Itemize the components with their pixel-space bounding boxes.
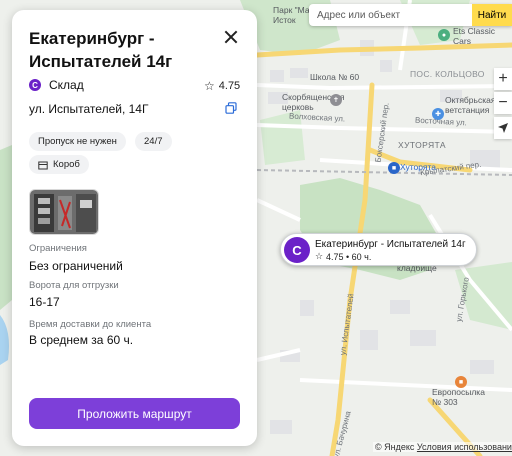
settlement-label: ПОС. КОЛЬЦОВО — [410, 69, 485, 79]
type-label: Склад — [49, 78, 84, 92]
warehouse-type: С Склад — [29, 78, 84, 92]
warehouse-map-marker[interactable]: С Екатеринбург - Испытателей 14г ☆ 4.75 … — [280, 233, 477, 266]
transit-stop-icon[interactable]: ■ — [388, 162, 400, 174]
brand-logo-icon: С — [29, 79, 41, 91]
ets-label: Ets Classic Cars — [453, 26, 496, 46]
warehouse-photo-image — [30, 190, 98, 234]
rating: ☆ 4.75 — [204, 79, 240, 93]
marker-title: Екатеринбург - Испытателей 14г — [315, 239, 466, 250]
marker-meta: 4.75 • 60 ч. — [326, 252, 372, 262]
close-button[interactable] — [220, 26, 242, 48]
warehouse-info-panel: Екатеринбург - Испытателей 14г С Склад ☆… — [12, 10, 257, 446]
khutoryata-district-label: ХУТОРЯТА — [398, 140, 446, 150]
church-poi-icon[interactable]: ✝ — [330, 94, 342, 106]
address: ул. Испытателей, 14Г — [29, 102, 149, 116]
tag-24-7: 24/7 — [135, 132, 172, 151]
build-route-button[interactable]: Проложить маршрут — [29, 398, 240, 429]
restrictions-label: Ограничения — [29, 243, 87, 254]
map-copyright: © Яндекс Условия использования — [373, 442, 512, 452]
vet-label: Октябрьская ветстанция — [445, 95, 496, 115]
geolocation-icon — [498, 123, 508, 133]
map-search-button[interactable]: Найти — [472, 4, 512, 26]
terms-link[interactable]: Условия использования — [417, 442, 512, 452]
geolocation-button[interactable] — [494, 117, 512, 139]
rating-value: 4.75 — [218, 80, 241, 92]
gate-value: 16-17 — [29, 295, 60, 309]
tag-no-pass: Пропуск не нужен — [29, 132, 126, 151]
star-icon: ☆ — [315, 251, 324, 261]
box-icon — [38, 161, 48, 169]
tag-box-label: Короб — [53, 159, 80, 170]
copyright-text: © Яндекс — [375, 442, 415, 452]
evroposylka-label: Европосылка № 303 — [432, 387, 485, 407]
school-label: Школа № 60 — [310, 72, 360, 82]
tag-box: Короб — [29, 155, 89, 174]
map-search-input[interactable] — [309, 4, 472, 26]
car-poi-icon[interactable]: ● — [438, 29, 450, 41]
zoom-out-button[interactable]: − — [494, 92, 512, 114]
delivery-time-label: Время доставки до клиента — [29, 319, 152, 330]
gate-label: Ворота для отгрузки — [29, 280, 119, 291]
star-icon: ☆ — [204, 79, 215, 93]
zoom-in-button[interactable]: + — [494, 68, 512, 90]
brand-logo-icon: С — [284, 237, 310, 263]
delivery-time-value: В среднем за 60 ч. — [29, 333, 134, 347]
restrictions-value: Без ограничений — [29, 259, 123, 273]
copy-icon[interactable] — [225, 102, 237, 114]
panel-title: Екатеринбург - Испытателей 14г — [29, 29, 173, 71]
map-search-bar: Найти — [309, 4, 512, 26]
warehouse-photo[interactable] — [29, 189, 99, 235]
parcel-poi-icon[interactable]: ■ — [455, 376, 467, 388]
